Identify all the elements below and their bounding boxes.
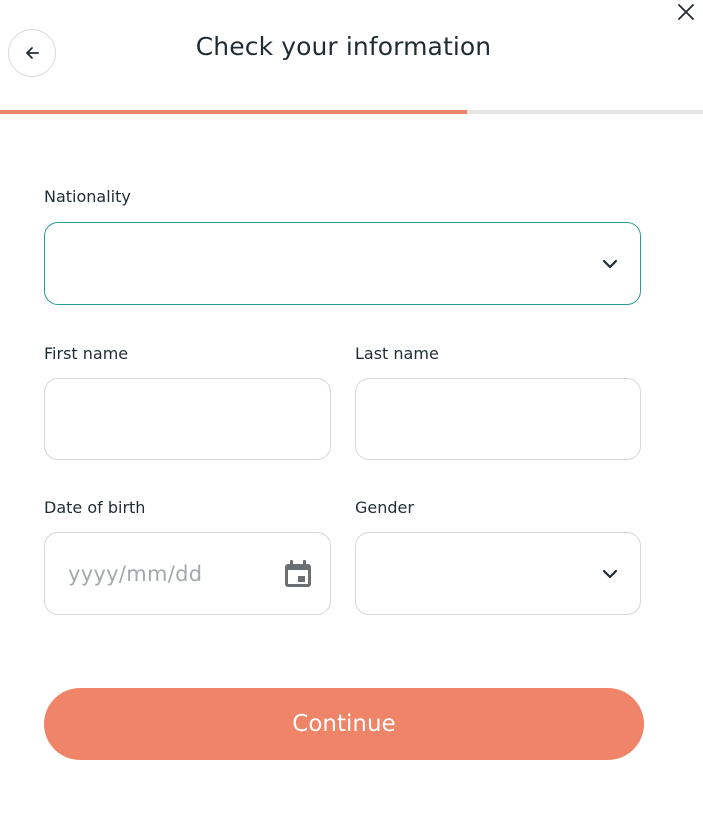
last-name-label: Last name xyxy=(355,344,439,363)
first-name-field[interactable] xyxy=(44,378,331,460)
progress-bar-fill xyxy=(0,110,468,114)
close-icon xyxy=(678,4,694,20)
calendar-icon[interactable] xyxy=(283,559,313,589)
progress-bar xyxy=(0,110,703,114)
nationality-select[interactable] xyxy=(44,222,641,305)
date-of-birth-label: Date of birth xyxy=(44,498,146,517)
chevron-down-icon xyxy=(602,259,618,268)
continue-button[interactable]: Continue xyxy=(44,688,644,760)
date-of-birth-field[interactable]: yyyy/mm/dd xyxy=(44,532,331,615)
gender-select[interactable] xyxy=(355,532,641,615)
close-button[interactable] xyxy=(673,0,699,24)
page-title: Check your information xyxy=(195,32,492,61)
first-name-label: First name xyxy=(44,344,129,363)
gender-label: Gender xyxy=(355,498,414,517)
date-of-birth-placeholder: yyyy/mm/dd xyxy=(68,561,203,586)
last-name-field[interactable] xyxy=(355,378,641,460)
nationality-label: Nationality xyxy=(44,187,131,206)
chevron-down-icon xyxy=(602,569,618,578)
